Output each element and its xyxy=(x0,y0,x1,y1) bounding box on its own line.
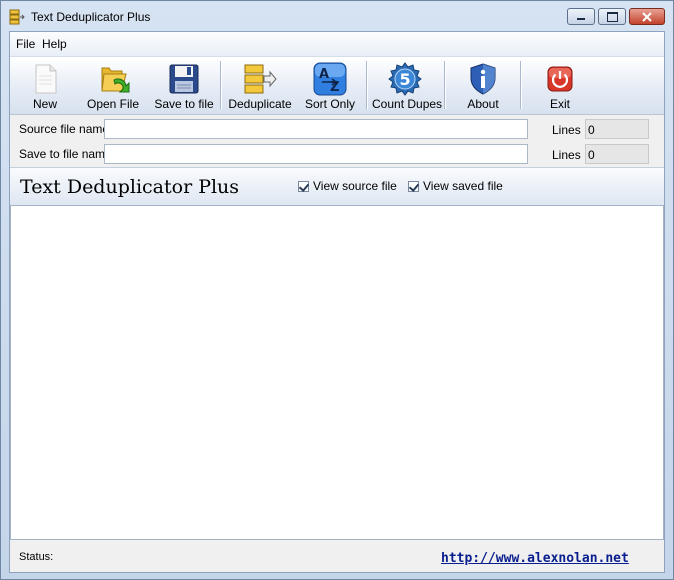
minimize-button[interactable] xyxy=(567,8,595,25)
checkbox-checked-icon xyxy=(408,180,419,192)
view-saved-checkbox[interactable]: View saved file xyxy=(408,179,503,193)
source-file-input[interactable] xyxy=(104,119,528,139)
about-button[interactable]: About xyxy=(456,59,510,111)
save-file-input[interactable] xyxy=(104,144,528,164)
open-file-button[interactable]: Open File xyxy=(86,59,140,111)
new-button[interactable]: New xyxy=(18,59,72,111)
toolbar-separator xyxy=(220,61,222,109)
floppy-disk-icon xyxy=(169,64,199,94)
toolbar-separator xyxy=(366,61,368,109)
minimize-icon xyxy=(577,18,585,20)
status-label: Status: xyxy=(19,551,54,563)
deduplicate-icon xyxy=(244,64,277,94)
svg-text:5: 5 xyxy=(400,70,411,89)
source-file-row: Source file name Lines 0 xyxy=(10,118,664,140)
maximize-icon xyxy=(606,11,618,22)
banner: Text Deduplicator Plus View source file … xyxy=(10,167,664,205)
menu-bar: File Help xyxy=(10,32,664,57)
close-icon xyxy=(642,11,652,22)
menu-file[interactable]: File xyxy=(14,37,37,51)
status-bar: Status: http://www.alexnolan.net xyxy=(10,540,664,572)
save-file-row: Save to file name Lines 0 xyxy=(10,143,664,165)
sort-az-icon: A Z xyxy=(313,62,347,96)
app-window: Text Deduplicator Plus File Help New Ope… xyxy=(0,0,674,580)
source-file-label: Source file name xyxy=(19,122,110,136)
client-area: File Help New Open File Save to file Ded… xyxy=(9,31,665,573)
source-lines-value: 0 xyxy=(585,119,649,139)
info-shield-icon xyxy=(470,63,496,95)
banner-title: Text Deduplicator Plus xyxy=(20,176,240,198)
exit-label: Exit xyxy=(549,97,570,111)
view-source-label: View source file xyxy=(313,179,397,193)
open-file-label: Open File xyxy=(86,97,140,111)
svg-text:A: A xyxy=(319,67,329,82)
save-file-label: Save to file name xyxy=(19,147,112,161)
deduplicate-button[interactable]: Deduplicate xyxy=(228,59,292,111)
title-bar[interactable]: Text Deduplicator Plus xyxy=(1,1,673,31)
website-link[interactable]: http://www.alexnolan.net xyxy=(441,551,629,566)
close-button[interactable] xyxy=(629,8,665,25)
save-lines-value: 0 xyxy=(585,144,649,164)
toolbar-separator xyxy=(520,61,522,109)
source-lines-label: Lines xyxy=(552,123,581,137)
count-badge-icon: 5 xyxy=(388,62,422,96)
exit-button[interactable]: Exit xyxy=(534,59,586,111)
checkbox-checked-icon xyxy=(298,180,309,192)
save-to-file-button[interactable]: Save to file xyxy=(154,59,214,111)
maximize-button[interactable] xyxy=(598,8,626,25)
open-folder-icon xyxy=(101,67,130,93)
about-label: About xyxy=(467,97,499,111)
toolbar-separator xyxy=(444,61,446,109)
save-to-file-label: Save to file xyxy=(154,97,214,111)
view-source-checkbox[interactable]: View source file xyxy=(298,179,397,193)
app-icon xyxy=(9,9,25,25)
count-dupes-button[interactable]: 5 Count Dupes xyxy=(372,59,443,111)
deduplicate-label: Deduplicate xyxy=(228,97,292,111)
count-dupes-label: Count Dupes xyxy=(372,97,443,111)
text-view-area[interactable] xyxy=(10,205,664,540)
new-label: New xyxy=(32,97,57,111)
sort-only-label: Sort Only xyxy=(304,97,355,111)
toolbar: New Open File Save to file Deduplicate A… xyxy=(10,57,664,115)
new-document-icon xyxy=(35,64,57,94)
window-title: Text Deduplicator Plus xyxy=(31,10,151,24)
sort-only-button[interactable]: A Z Sort Only xyxy=(304,59,356,111)
view-saved-label: View saved file xyxy=(423,179,503,193)
power-icon xyxy=(547,66,573,92)
save-lines-label: Lines xyxy=(552,148,581,162)
menu-help[interactable]: Help xyxy=(40,37,69,51)
